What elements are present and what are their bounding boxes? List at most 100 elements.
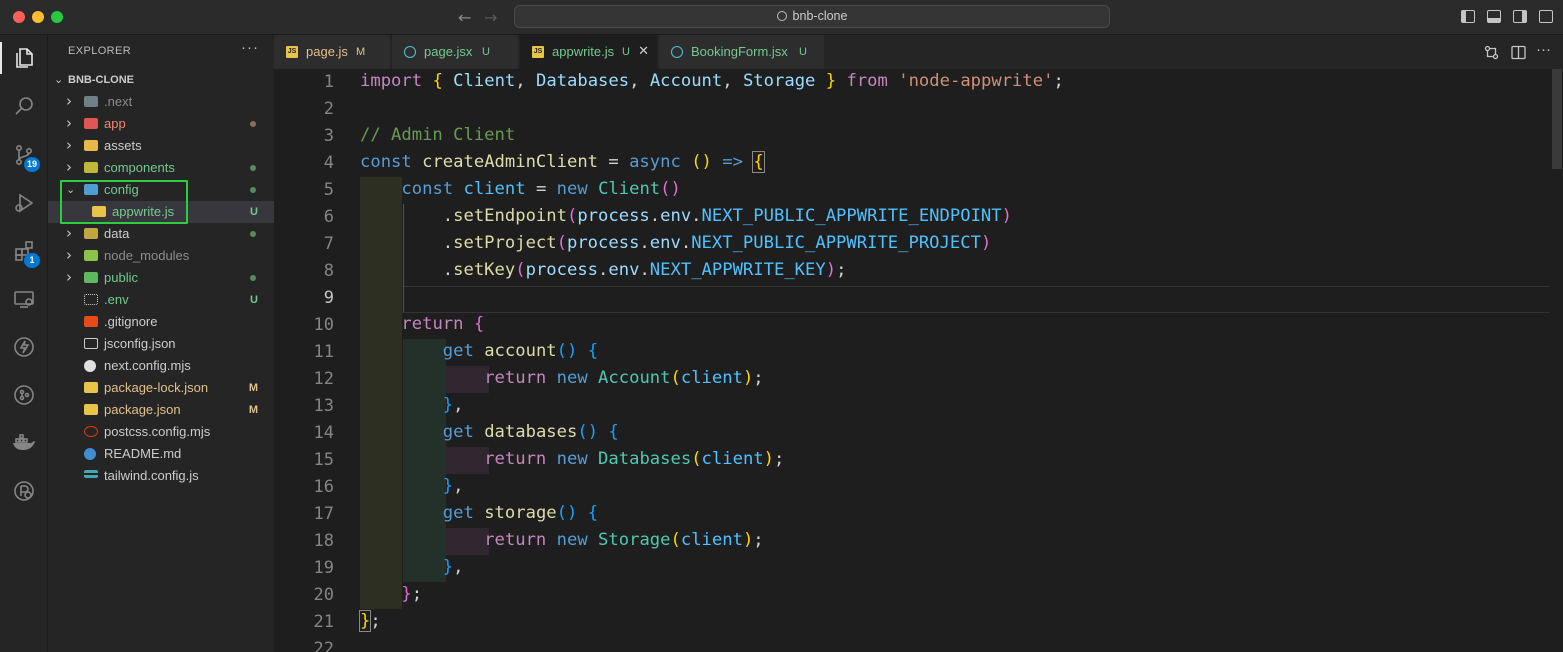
status-dot — [250, 275, 256, 281]
line-number: 21 — [313, 612, 334, 632]
tree-item[interactable]: package-lock.json M — [48, 377, 274, 399]
status-dot — [250, 165, 256, 171]
tree-item[interactable]: tailwind.config.js — [48, 465, 274, 487]
code-line-3: // Admin Client — [360, 125, 516, 145]
tree-item[interactable]: .gitignore — [48, 311, 274, 333]
code-line-18: return new Storage(client); — [484, 530, 764, 550]
tree-item[interactable]: › components — [48, 157, 274, 179]
tree-item[interactable]: › .next — [48, 91, 274, 113]
tree-item-label: components — [104, 160, 175, 175]
title-bar: ← → bnb-clone — [0, 0, 1563, 35]
tree-item[interactable]: › node_modules — [48, 245, 274, 267]
code-line-10: return { — [401, 314, 485, 334]
tab-page-jsx[interactable]: page.jsx U — [392, 35, 519, 69]
line-number: 22 — [313, 639, 334, 652]
tree-item[interactable]: › data — [48, 223, 274, 245]
tree-item-label: next.config.mjs — [104, 358, 191, 373]
forward-arrow-icon[interactable]: → — [484, 8, 497, 27]
tree-item-label: postcss.config.mjs — [104, 424, 211, 439]
code-line-7: .setProject(process.env.NEXT_PUBLIC_APPW… — [360, 233, 992, 253]
close-tab-icon[interactable]: ✕ — [638, 35, 649, 69]
git-status-badge: U — [250, 294, 258, 306]
more-editor-actions-button[interactable]: ··· — [1536, 41, 1551, 58]
line-number: 4 — [323, 153, 334, 173]
tree-item[interactable]: package.json M — [48, 399, 274, 421]
maximize-window-button[interactable] — [51, 11, 63, 23]
minimize-window-button[interactable] — [32, 11, 44, 23]
line-number: 8 — [323, 261, 334, 281]
source-control-icon[interactable]: 19 — [0, 135, 48, 175]
git-icon — [84, 316, 98, 327]
code-line-19: }, — [442, 557, 464, 577]
tree-item[interactable]: › app — [48, 113, 274, 135]
tree-item-label: assets — [104, 138, 142, 153]
status-dot — [250, 121, 256, 127]
tree-item-label: package-lock.json — [104, 380, 209, 395]
split-editor-icon[interactable] — [1511, 45, 1526, 60]
run-debug-icon[interactable] — [0, 183, 48, 223]
tree-item-label: node_modules — [104, 248, 190, 263]
extensions-icon[interactable]: 1 — [0, 231, 48, 271]
explorer-icon[interactable] — [0, 38, 48, 78]
tree-item[interactable]: jsconfig.json — [48, 333, 274, 355]
tab-appwrite-js[interactable]: JS appwrite.js U ✕ — [520, 35, 658, 69]
explorer-header: EXPLORER — [68, 45, 132, 57]
close-window-button[interactable] — [13, 11, 25, 23]
tab-label: page.jsx — [424, 44, 473, 59]
more-actions-button[interactable]: ··· — [241, 39, 259, 56]
tab-status: U — [622, 46, 630, 58]
line-number: 11 — [313, 342, 334, 362]
open-changes-icon[interactable] — [1484, 45, 1499, 60]
chevron-right-icon: › — [66, 246, 72, 264]
line-number: 6 — [323, 207, 334, 227]
project-name: BNB-CLONE — [68, 74, 134, 86]
git-status-badge: U — [250, 206, 258, 218]
line-number: 12 — [313, 369, 334, 389]
tree-item-label: jsconfig.json — [104, 336, 176, 351]
code-line-14: get databases() { — [442, 422, 619, 442]
tree-item[interactable]: next.config.mjs — [48, 355, 274, 377]
extensions-badge: 1 — [24, 253, 40, 268]
code-editor[interactable]: 1 2 3 4 5 6 7 8 9 10 11 12 13 14 15 16 17 18 19 20 21 22 impo… — [274, 69, 1563, 652]
lightning-icon[interactable] — [0, 327, 48, 367]
code-line-15: return new Databases(client); — [484, 449, 785, 469]
line-number: 15 — [313, 450, 334, 470]
folder-icon — [84, 96, 98, 107]
code-line-6: .setEndpoint(process.env.NEXT_PUBLIC_APP… — [360, 206, 1012, 226]
tree-item-label: data — [104, 226, 130, 241]
toggle-primary-sidebar-icon[interactable] — [1461, 10, 1475, 23]
git-status-badge: M — [248, 382, 258, 394]
tree-item[interactable]: postcss.config.mjs — [48, 421, 274, 443]
tree-item-label: README.md — [104, 446, 182, 461]
chevron-right-icon: › — [66, 136, 72, 154]
remote-explorer-icon[interactable] — [0, 279, 48, 319]
command-center-search[interactable]: bnb-clone — [514, 5, 1110, 28]
folder-icon — [84, 118, 98, 129]
react-icon — [671, 46, 683, 58]
accounts-icon[interactable] — [0, 471, 48, 511]
git-graph-icon[interactable] — [0, 375, 48, 415]
docker-icon[interactable] — [0, 423, 48, 463]
line-number: 10 — [313, 315, 334, 335]
tree-item[interactable]: README.md — [48, 443, 274, 465]
tree-item[interactable]: .env U — [48, 289, 274, 311]
tree-item[interactable]: › assets — [48, 135, 274, 157]
editor-tab-bar: JS page.js M page.jsx U JS appwrite.js U… — [274, 35, 1563, 69]
toggle-secondary-sidebar-icon[interactable] — [1513, 10, 1527, 23]
tree-item-label: .env — [104, 292, 129, 307]
toggle-panel-icon[interactable] — [1487, 10, 1501, 23]
tab-page-js[interactable]: JS page.js M — [274, 35, 391, 69]
project-root[interactable]: ⌄ BNB-CLONE — [48, 69, 274, 91]
line-number: 20 — [313, 585, 334, 605]
tree-item[interactable]: › public — [48, 267, 274, 289]
tab-bookingform-jsx[interactable]: BookingForm.jsx U — [659, 35, 825, 69]
chevron-right-icon: › — [66, 268, 72, 286]
search-icon[interactable] — [0, 86, 48, 126]
customize-layout-icon[interactable] — [1539, 10, 1553, 23]
back-arrow-icon[interactable]: ← — [458, 8, 471, 27]
activity-bar: 19 1 — [0, 35, 48, 652]
code-line-8: .setKey(process.env.NEXT_APPWRITE_KEY); — [360, 260, 847, 280]
json-file-icon — [84, 338, 98, 349]
scrollbar-thumb[interactable] — [1552, 69, 1562, 169]
nextjs-icon — [84, 360, 96, 372]
